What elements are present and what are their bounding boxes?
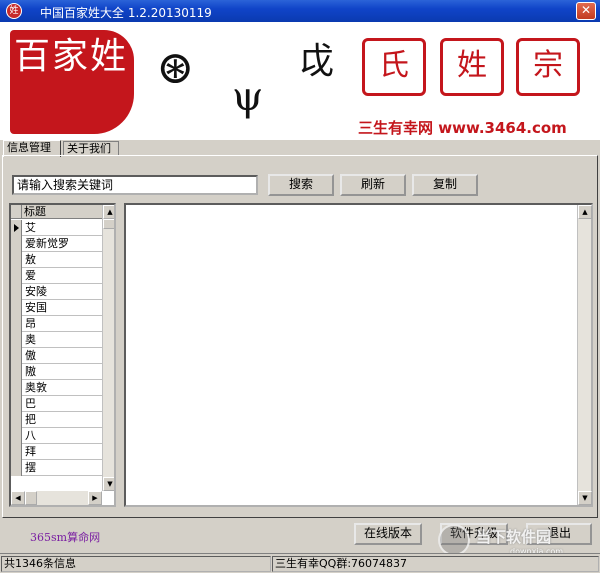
list-item[interactable]: 昂 [11, 316, 102, 332]
column-title[interactable]: 标题 [24, 205, 46, 219]
banner: 百家姓 ⊛ ψ 戉 氏 姓 宗 三生有幸网 www.3464.com [0, 22, 600, 140]
status-qq-group: 三生有幸QQ群:76074837 [272, 556, 599, 572]
script-glyph-icon: ψ [232, 74, 264, 120]
banner-tagline: 三生有幸网 www.3464.com [358, 119, 567, 137]
exit-button[interactable]: 退出 [526, 523, 592, 545]
list-item-label: 昂 [25, 317, 36, 330]
list-header: 标题 [11, 205, 102, 219]
row-indicator [11, 332, 22, 348]
search-input[interactable]: 请输入搜索关键词 [12, 175, 258, 195]
list-item-label: 爱新觉罗 [25, 237, 69, 250]
list-item-label: 摆 [25, 461, 36, 474]
list-item[interactable]: 爱新觉罗 [11, 236, 102, 252]
list-item-label: 敖 [25, 253, 36, 266]
row-indicator [11, 348, 22, 364]
logo-text: 百家姓 [14, 36, 129, 77]
row-indicator [11, 284, 22, 300]
list-item-label: 隞 [25, 365, 36, 378]
list-item-label: 爱 [25, 269, 36, 282]
list-item-label: 傲 [25, 349, 36, 362]
list-item[interactable]: 把 [11, 412, 102, 428]
wheel-glyph-icon: ⊛ [156, 40, 195, 94]
seal-stamp: 宗 [516, 38, 580, 96]
list-item-label: 巴 [25, 397, 36, 410]
row-indicator [11, 268, 22, 284]
list-item-label: 把 [25, 413, 36, 426]
status-bar: 共1346条信息 三生有幸QQ群:76074837 [0, 553, 600, 573]
list-item-label: 艾 [25, 221, 36, 234]
seal-stamp: 氏 [362, 38, 426, 96]
list-item-label: 安陵 [25, 285, 47, 298]
logo: 百家姓 [10, 30, 134, 134]
status-record-count: 共1346条信息 [1, 556, 271, 572]
scroll-down-icon[interactable]: ▼ [103, 477, 114, 491]
upgrade-button[interactable]: 软件升级 [440, 523, 508, 545]
list-item[interactable]: 傲 [11, 348, 102, 364]
current-row-pointer-icon [11, 220, 22, 236]
copy-button[interactable]: 复制 [412, 174, 478, 196]
row-indicator [11, 428, 22, 444]
list-item-label: 安国 [25, 301, 47, 314]
list-item[interactable]: 八 [11, 428, 102, 444]
list-item[interactable]: 奥 [11, 332, 102, 348]
list-item[interactable]: 安国 [11, 300, 102, 316]
scroll-down-icon[interactable]: ▼ [578, 491, 592, 505]
window-title: 中国百家姓大全 1.2.20130119 [40, 6, 212, 20]
list-item[interactable]: 奥敦 [11, 380, 102, 396]
row-indicator [11, 396, 22, 412]
list-item[interactable]: 艾 [11, 220, 102, 236]
row-indicator [11, 236, 22, 252]
row-indicator [11, 252, 22, 268]
list-item[interactable]: 爱 [11, 268, 102, 284]
scroll-right-icon[interactable]: ▶ [88, 491, 102, 505]
row-indicator [11, 380, 22, 396]
horizontal-scroll-thumb[interactable] [25, 491, 37, 505]
online-version-button[interactable]: 在线版本 [354, 523, 422, 545]
title-bar[interactable]: 姓 中国百家姓大全 1.2.20130119 ✕ [0, 0, 600, 22]
scroll-up-icon[interactable]: ▲ [578, 205, 592, 219]
header-indicator [11, 205, 22, 219]
seal-stamp: 姓 [440, 38, 504, 96]
row-indicator [11, 460, 22, 476]
list-item-label: 八 [25, 429, 36, 442]
list-item[interactable]: 巴 [11, 396, 102, 412]
scroll-up-icon[interactable]: ▲ [103, 205, 114, 219]
list-item[interactable]: 摆 [11, 460, 102, 476]
list-item[interactable]: 隞 [11, 364, 102, 380]
list-item[interactable]: 拜 [11, 444, 102, 460]
list-item[interactable]: 敖 [11, 252, 102, 268]
surname-list[interactable]: 标题 艾爱新觉罗敖爱安陵安国昂奥傲隞奥敦巴把八拜摆 ▲ ▼ ◀ ▶ [9, 203, 116, 507]
app-icon: 姓 [6, 3, 22, 19]
oracle-glyph-icon: 戉 [298, 41, 335, 82]
list-vertical-scrollbar[interactable]: ▲ ▼ [102, 205, 114, 491]
row-indicator [11, 412, 22, 428]
row-indicator [11, 300, 22, 316]
row-indicator [11, 364, 22, 380]
site-link[interactable]: 365sm算命网 [30, 529, 100, 545]
main-window: 姓 中国百家姓大全 1.2.20130119 ✕ 百家姓 ⊛ ψ 戉 氏 姓 宗… [0, 0, 600, 573]
detail-vertical-scrollbar[interactable]: ▲ ▼ [577, 205, 592, 505]
list-horizontal-scrollbar[interactable]: ◀ ▶ [11, 491, 102, 505]
refresh-button[interactable]: 刷新 [340, 174, 406, 196]
list-item-label: 拜 [25, 445, 36, 458]
detail-text-area[interactable]: ▲ ▼ [124, 203, 593, 507]
close-button[interactable]: ✕ [576, 2, 596, 20]
row-indicator [11, 444, 22, 460]
tab-about-us[interactable]: 关于我们 [63, 141, 119, 156]
row-indicator [11, 316, 22, 332]
list-item-label: 奥 [25, 333, 36, 346]
scroll-left-icon[interactable]: ◀ [11, 491, 25, 505]
scroll-thumb[interactable] [103, 219, 114, 229]
list-item-label: 奥敦 [25, 381, 47, 394]
search-button[interactable]: 搜索 [268, 174, 334, 196]
list-item[interactable]: 安陵 [11, 284, 102, 300]
